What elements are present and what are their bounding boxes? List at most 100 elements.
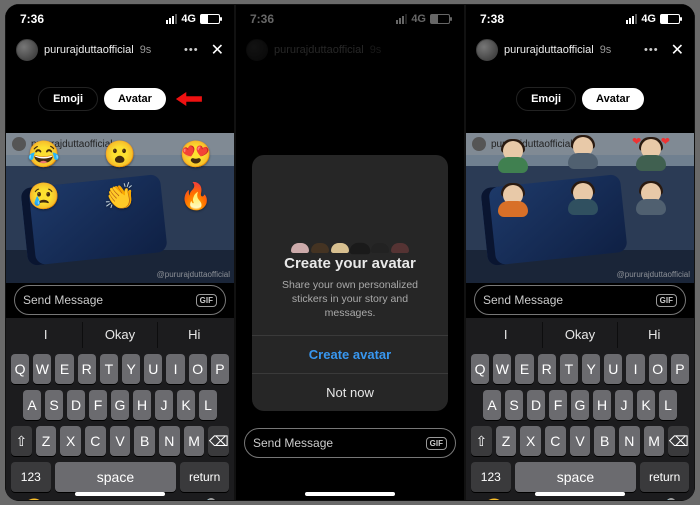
emoji-clap[interactable]: 👏: [104, 181, 136, 212]
key-n[interactable]: N: [619, 426, 640, 456]
key-q[interactable]: Q: [11, 354, 29, 384]
avatar-sticker-hearteyes[interactable]: [634, 139, 668, 173]
key-n[interactable]: N: [159, 426, 180, 456]
mic-icon[interactable]: 🎤: [195, 498, 217, 501]
key-numbers[interactable]: 123: [11, 462, 51, 492]
key-v[interactable]: V: [110, 426, 131, 456]
avatar-sticker-clap[interactable]: [566, 183, 600, 217]
key-return[interactable]: return: [640, 462, 689, 492]
home-indicator[interactable]: [75, 492, 165, 496]
suggestion-3[interactable]: Hi: [618, 322, 691, 348]
key-o[interactable]: O: [649, 354, 667, 384]
key-y[interactable]: Y: [122, 354, 140, 384]
gif-button[interactable]: GIF: [196, 294, 217, 307]
gif-button[interactable]: GIF: [656, 294, 677, 307]
avatar[interactable]: [476, 39, 498, 61]
key-m[interactable]: M: [644, 426, 665, 456]
story-username[interactable]: pururajduttaofficial: [44, 44, 134, 56]
key-u[interactable]: U: [144, 354, 162, 384]
key-b[interactable]: B: [134, 426, 155, 456]
key-l[interactable]: L: [659, 390, 677, 420]
key-m[interactable]: M: [184, 426, 205, 456]
key-numbers[interactable]: 123: [471, 462, 511, 492]
tab-emoji[interactable]: Emoji: [516, 87, 576, 111]
key-space[interactable]: space: [55, 462, 177, 492]
suggestion-1[interactable]: I: [9, 322, 83, 348]
key-p[interactable]: P: [211, 354, 229, 384]
emoji-keyboard-icon[interactable]: 😀: [23, 498, 45, 501]
key-p[interactable]: P: [671, 354, 689, 384]
more-icon[interactable]: •••: [644, 44, 659, 56]
tab-avatar[interactable]: Avatar: [104, 88, 166, 110]
message-input[interactable]: Send Message GIF: [244, 428, 456, 458]
key-u[interactable]: U: [604, 354, 622, 384]
emoji-laugh[interactable]: 😂: [28, 139, 60, 170]
key-j[interactable]: J: [615, 390, 633, 420]
emoji-cry[interactable]: 😢: [28, 181, 60, 212]
avatar-sticker-wow[interactable]: [566, 137, 600, 171]
key-f[interactable]: F: [89, 390, 107, 420]
gif-button[interactable]: GIF: [426, 437, 447, 450]
tab-emoji[interactable]: Emoji: [38, 87, 98, 111]
key-r[interactable]: R: [538, 354, 556, 384]
key-g[interactable]: G: [571, 390, 589, 420]
avatar-sticker-cry[interactable]: [496, 185, 530, 219]
suggestion-3[interactable]: Hi: [158, 322, 231, 348]
key-y[interactable]: Y: [582, 354, 600, 384]
key-k[interactable]: K: [177, 390, 195, 420]
key-shift[interactable]: ⇧: [11, 426, 32, 456]
emoji-hearteyes[interactable]: 😍: [180, 139, 212, 170]
key-q[interactable]: Q: [471, 354, 489, 384]
close-icon[interactable]: ✕: [211, 40, 224, 60]
home-indicator[interactable]: [535, 492, 625, 496]
key-g[interactable]: G: [111, 390, 129, 420]
emoji-wow[interactable]: 😮: [104, 139, 136, 170]
key-t[interactable]: T: [100, 354, 118, 384]
key-h[interactable]: H: [133, 390, 151, 420]
key-t[interactable]: T: [560, 354, 578, 384]
key-e[interactable]: E: [515, 354, 533, 384]
key-r[interactable]: R: [78, 354, 96, 384]
tab-avatar[interactable]: Avatar: [582, 88, 644, 110]
avatar[interactable]: [16, 39, 38, 61]
suggestion-2[interactable]: Okay: [83, 322, 157, 348]
key-c[interactable]: C: [85, 426, 106, 456]
key-v[interactable]: V: [570, 426, 591, 456]
key-z[interactable]: Z: [496, 426, 517, 456]
avatar-sticker-laugh[interactable]: [496, 141, 530, 175]
key-w[interactable]: W: [33, 354, 51, 384]
key-b[interactable]: B: [594, 426, 615, 456]
key-i[interactable]: I: [166, 354, 184, 384]
key-k[interactable]: K: [637, 390, 655, 420]
more-icon[interactable]: •••: [184, 44, 199, 56]
home-indicator[interactable]: [305, 492, 395, 496]
key-delete[interactable]: ⌫: [668, 426, 689, 456]
key-z[interactable]: Z: [36, 426, 57, 456]
key-o[interactable]: O: [189, 354, 207, 384]
emoji-fire[interactable]: 🔥: [180, 181, 212, 212]
key-e[interactable]: E: [55, 354, 73, 384]
key-w[interactable]: W: [493, 354, 511, 384]
key-s[interactable]: S: [505, 390, 523, 420]
key-d[interactable]: D: [67, 390, 85, 420]
key-c[interactable]: C: [545, 426, 566, 456]
avatar-sticker-celebrate[interactable]: [634, 183, 668, 217]
key-x[interactable]: X: [60, 426, 81, 456]
key-d[interactable]: D: [527, 390, 545, 420]
key-shift[interactable]: ⇧: [471, 426, 492, 456]
key-delete[interactable]: ⌫: [208, 426, 229, 456]
key-a[interactable]: A: [23, 390, 41, 420]
key-x[interactable]: X: [520, 426, 541, 456]
suggestion-2[interactable]: Okay: [543, 322, 617, 348]
key-a[interactable]: A: [483, 390, 501, 420]
create-avatar-button[interactable]: Create avatar: [252, 335, 448, 373]
not-now-button[interactable]: Not now: [252, 373, 448, 411]
key-space[interactable]: space: [515, 462, 637, 492]
message-input[interactable]: Send Message GIF: [474, 285, 686, 315]
key-h[interactable]: H: [593, 390, 611, 420]
suggestion-1[interactable]: I: [469, 322, 543, 348]
emoji-keyboard-icon[interactable]: 😀: [483, 498, 505, 501]
key-j[interactable]: J: [155, 390, 173, 420]
story-username[interactable]: pururajduttaofficial: [504, 44, 594, 56]
key-l[interactable]: L: [199, 390, 217, 420]
